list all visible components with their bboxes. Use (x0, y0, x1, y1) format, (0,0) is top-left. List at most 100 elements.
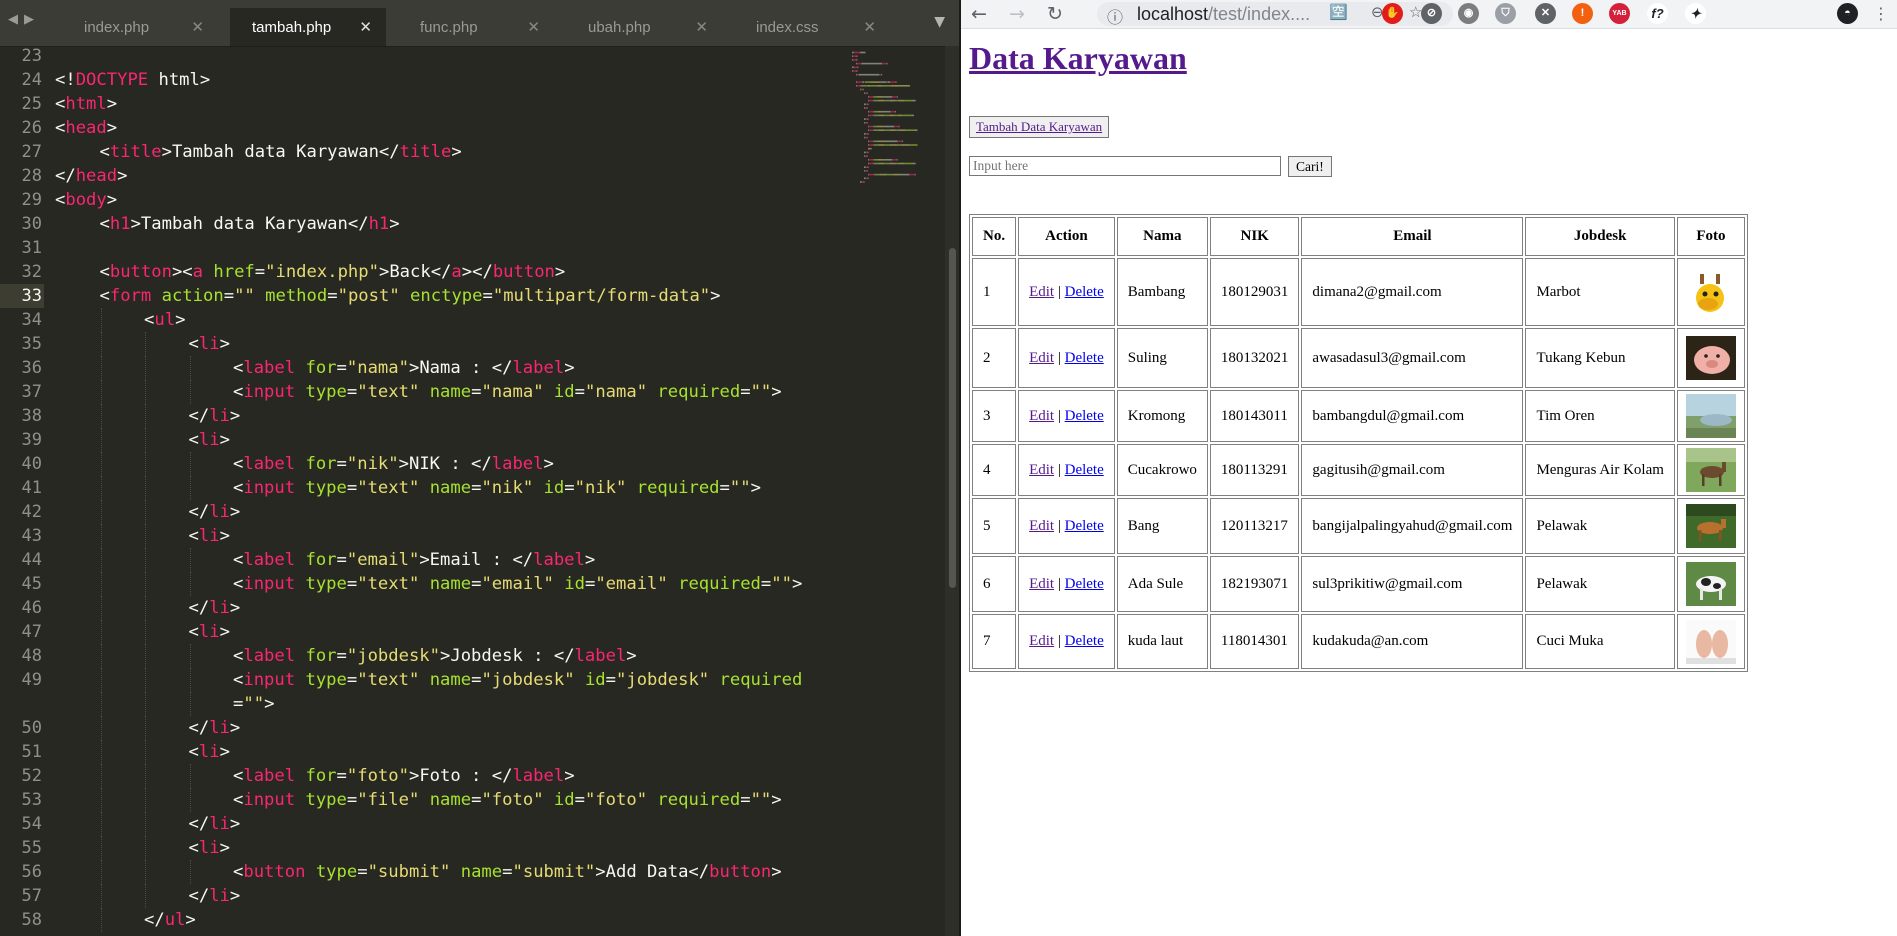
delete-link[interactable]: Delete (1065, 408, 1104, 424)
cell-jobdesk: Cuci Muka (1525, 614, 1675, 669)
minimap-token (874, 110, 877, 113)
tab-overflow-icon[interactable]: ▼ (934, 14, 945, 30)
delete-link[interactable]: Delete (1065, 350, 1104, 366)
indent-guide (100, 572, 102, 596)
minimap-token (888, 129, 890, 131)
code-token: a (192, 262, 204, 282)
reload-icon[interactable]: ↻ (1047, 2, 1063, 26)
minimap-token (856, 73, 857, 76)
line-number: 31 (21, 238, 42, 258)
delete-link[interactable]: Delete (1065, 633, 1104, 649)
minimap-token (887, 173, 892, 176)
tab-prev-icon[interactable]: ◀ (8, 12, 18, 27)
block-icon[interactable]: ⊘ (1421, 3, 1442, 24)
code-line: <li> (189, 836, 230, 860)
editor-tab[interactable]: tambah.php ✕ (230, 8, 386, 46)
editor-tab[interactable]: index.css ✕ (734, 8, 890, 46)
profile-avatar-icon[interactable]: ◓ (1837, 3, 1858, 24)
tab-nav-arrows[interactable]: ◀ ▶ (8, 12, 40, 27)
tab-next-icon[interactable]: ▶ (24, 12, 34, 27)
add-employee-button[interactable]: Tambah Data Karyawan (969, 116, 1110, 138)
code-token: < (99, 142, 110, 162)
code-area[interactable]: <!DOCTYPE html> <html> <head> <title>Tambah… (55, 46, 867, 936)
edit-link[interactable]: Edit (1029, 284, 1054, 300)
editor-scroll-thumb[interactable] (949, 248, 956, 588)
tab-close-icon[interactable]: ✕ (695, 18, 708, 36)
employee-table: No. Action Nama NIK Email Jobdesk Foto 1 Edit |… (969, 214, 1748, 672)
minimap-token (878, 144, 885, 146)
tab-close-icon[interactable]: ✕ (359, 18, 372, 36)
forward-icon[interactable]: → (1009, 2, 1025, 26)
menu-icon[interactable]: ⋮ (1873, 2, 1889, 26)
yab-icon[interactable]: YAB (1609, 3, 1630, 24)
editor-tab[interactable]: index.php ✕ (62, 8, 218, 46)
line-number: 39 (21, 430, 42, 450)
minimap-token (865, 103, 868, 106)
code-token: = (605, 670, 617, 690)
browser-toolbar: ← → ↻ ⓘ localhost/test/index.... 🈳 ⊖ ☆ ✋… (961, 0, 1897, 29)
minimap-token (906, 129, 914, 131)
editor-tab-bar: ◀ ▶ index.php ✕ tambah.php ✕ func.php ✕ ubah.ph… (0, 0, 959, 47)
line-number: 54 (21, 814, 42, 834)
code-token: = (760, 574, 772, 594)
code-token: for (305, 454, 337, 474)
minimap-token (856, 70, 858, 72)
code-token: "nik" (346, 454, 399, 474)
close-circle-icon[interactable]: ✕ (1535, 3, 1556, 24)
edit-link[interactable]: Edit (1029, 350, 1054, 366)
search-button[interactable]: Cari! (1288, 156, 1332, 177)
site-info-icon[interactable]: ⓘ (1107, 4, 1123, 28)
minimap-token (899, 173, 910, 176)
edit-link[interactable]: Edit (1029, 518, 1054, 534)
alert-icon[interactable]: ! (1572, 3, 1593, 24)
editor-tab[interactable]: ubah.php ✕ (566, 8, 722, 46)
minimap-token (913, 114, 914, 117)
code-token: < (99, 262, 110, 282)
search-input[interactable] (969, 156, 1281, 176)
delete-link[interactable]: Delete (1065, 462, 1104, 478)
code-token: required (678, 574, 761, 594)
tab-close-icon[interactable]: ✕ (527, 18, 540, 36)
minimap-token (884, 129, 886, 131)
code-token: li (198, 334, 220, 354)
code-line: <head> (55, 116, 117, 140)
back-icon[interactable]: ← (971, 2, 987, 26)
minimap-token (897, 140, 903, 143)
adblock-icon[interactable]: ✋ (1382, 3, 1403, 24)
tab-close-icon[interactable]: ✕ (863, 18, 876, 36)
camera-icon[interactable]: ◉ (1458, 3, 1479, 24)
page-title-link[interactable]: Data Karyawan (969, 40, 1187, 76)
minimap-token (874, 96, 877, 98)
indent-guide (189, 692, 191, 716)
delete-link[interactable]: Delete (1065, 518, 1104, 534)
minimap-token (898, 162, 904, 165)
code-token: href (213, 262, 255, 282)
edit-link[interactable]: Edit (1029, 462, 1054, 478)
minimap[interactable] (852, 46, 937, 206)
minimap-token (874, 144, 878, 146)
minimap-token (879, 73, 882, 76)
puzzle-icon[interactable]: ✦ (1685, 3, 1706, 24)
translate-icon[interactable]: 🈳 (1329, 3, 1348, 21)
code-token: > (389, 214, 400, 234)
minimap-token (861, 62, 883, 65)
code-editor[interactable]: ◀ ▶ index.php ✕ tambah.php ✕ func.php ✕ ubah.ph… (0, 0, 959, 936)
code-token: type (305, 670, 347, 690)
delete-link[interactable]: Delete (1065, 284, 1104, 300)
indent-guide (189, 476, 191, 500)
indent-guide (189, 356, 191, 380)
code-token: "email" (481, 574, 554, 594)
shield-icon[interactable]: ⛉ (1495, 3, 1516, 24)
edit-link[interactable]: Edit (1029, 576, 1054, 592)
code-line: <h1>Tambah data Karyawan</h1> (100, 212, 400, 236)
minimap-token (856, 55, 858, 57)
edit-link[interactable]: Edit (1029, 633, 1054, 649)
code-token: = (471, 790, 482, 810)
tab-close-icon[interactable]: ✕ (191, 18, 204, 36)
font-icon[interactable]: f? (1647, 3, 1668, 24)
minimap-token (890, 85, 910, 87)
edit-link[interactable]: Edit (1029, 408, 1054, 424)
delete-link[interactable]: Delete (1065, 576, 1104, 592)
editor-tab[interactable]: func.php ✕ (398, 8, 554, 46)
